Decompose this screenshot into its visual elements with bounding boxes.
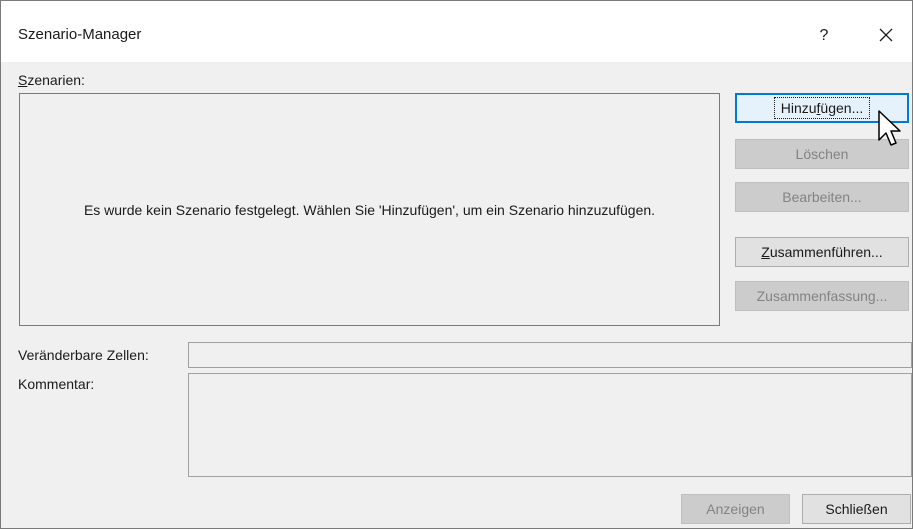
changing-cells-field[interactable] [188,342,912,368]
dialog-title: Szenario-Manager [18,26,142,43]
title-bar: Szenario-Manager ? [1,1,912,62]
comment-label: Kommentar: [18,376,95,392]
merge-button-label: Zusammenführen... [761,244,883,260]
close-icon [878,27,894,46]
show-button[interactable]: Anzeigen [681,494,790,524]
merge-button[interactable]: Zusammenführen... [735,237,909,267]
summary-button[interactable]: Zusammenfassung... [735,281,909,311]
close-button[interactable] [866,21,906,51]
scenarios-label: Szenarien: [18,72,85,88]
mouse-pointer-icon [877,109,903,152]
changing-cells-label: Veränderbare Zellen: [18,347,149,363]
scenarios-list[interactable]: Es wurde kein Szenario festgelegt. Wähle… [19,93,720,326]
help-button[interactable]: ? [807,21,841,51]
empty-scenarios-message: Es wurde kein Szenario festgelegt. Wähle… [83,201,656,218]
comment-field[interactable] [188,373,912,477]
add-button-label: Hinzufügen... [773,97,871,119]
close-dialog-button[interactable]: Schließen [802,494,911,524]
scenario-manager-dialog: Szenario-Manager ? Szenarien: Es wurde k… [0,0,913,529]
edit-button[interactable]: Bearbeiten... [735,182,909,212]
